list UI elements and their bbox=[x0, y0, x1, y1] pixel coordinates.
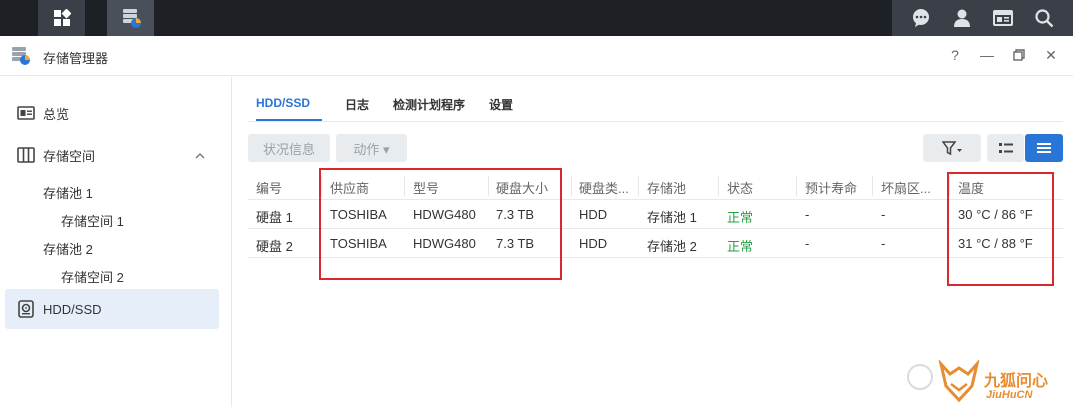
highlight-box-vendor-model-size bbox=[319, 168, 562, 280]
chat-icon[interactable] bbox=[910, 7, 932, 29]
disk-icon bbox=[18, 300, 34, 318]
tab-log[interactable]: 日志 bbox=[345, 96, 369, 113]
table-view-icon bbox=[1037, 143, 1051, 153]
sidebar-item-space-1[interactable]: 存储空间 1 bbox=[61, 211, 124, 230]
cell-status: 正常 bbox=[727, 210, 754, 225]
sidebar-item-label: 总览 bbox=[43, 106, 70, 122]
fox-logo-icon bbox=[938, 360, 980, 403]
cell-lifespan: - bbox=[805, 207, 810, 222]
sidebar-item-space-2[interactable]: 存储空间 2 bbox=[61, 267, 124, 286]
column-header-lifespan[interactable]: 预计寿命 bbox=[805, 178, 857, 197]
tab-hdd-ssd[interactable]: HDD/SSD bbox=[256, 96, 310, 110]
column-divider bbox=[796, 176, 797, 196]
storage-space-icon bbox=[17, 147, 35, 163]
help-button[interactable]: ? bbox=[946, 46, 964, 64]
restore-button[interactable] bbox=[1010, 46, 1028, 64]
column-header-id[interactable]: 编号 bbox=[256, 178, 282, 197]
column-divider bbox=[638, 176, 639, 196]
taskbar-tray bbox=[892, 0, 1073, 36]
cell-pool: 存储池 1 bbox=[647, 210, 697, 225]
filter-icon bbox=[942, 141, 962, 156]
cell-pool: 存储池 2 bbox=[647, 239, 697, 254]
sidebar-item-label: 存储空间 bbox=[43, 148, 96, 164]
watermark-subtext: JiuHuCN bbox=[986, 389, 1033, 401]
tab-settings[interactable]: 设置 bbox=[489, 96, 513, 113]
widgets-icon[interactable] bbox=[992, 7, 1014, 29]
column-divider bbox=[718, 176, 719, 196]
column-header-status[interactable]: 状态 bbox=[727, 178, 753, 197]
tab-test-schedule[interactable]: 检测计划程序 bbox=[393, 96, 465, 113]
cell-id: 硬盘 1 bbox=[256, 210, 293, 225]
user-icon[interactable] bbox=[951, 7, 973, 29]
column-header-bad-sectors[interactable]: 坏扇区... bbox=[881, 178, 931, 197]
column-divider bbox=[872, 176, 873, 196]
window-title: 存储管理器 bbox=[43, 51, 109, 66]
sidebar-item-pool-2[interactable]: 存储池 2 bbox=[43, 239, 93, 258]
storage-manager-taskbar-button[interactable] bbox=[107, 0, 154, 36]
cell-status: 正常 bbox=[727, 239, 754, 254]
storage-manager-icon bbox=[122, 9, 141, 28]
column-header-disk-type[interactable]: 硬盘类... bbox=[579, 178, 629, 197]
cell-bad-sectors: - bbox=[881, 207, 886, 222]
watermark-text: 九狐问心 bbox=[984, 373, 1049, 390]
window-titlebar: 存储管理器 ? — ✕ bbox=[0, 36, 1073, 76]
chevron-up-icon[interactable] bbox=[194, 150, 206, 162]
search-icon[interactable] bbox=[1033, 7, 1055, 29]
status-info-button[interactable]: 状况信息 bbox=[248, 134, 330, 162]
overview-icon bbox=[17, 106, 35, 120]
main-menu-button[interactable] bbox=[38, 0, 85, 36]
close-button[interactable]: ✕ bbox=[1042, 46, 1060, 64]
minimize-button[interactable]: — bbox=[978, 46, 996, 64]
table-view-button[interactable] bbox=[1025, 134, 1063, 162]
tab-bar bbox=[248, 94, 1063, 122]
card-view-button[interactable] bbox=[987, 134, 1024, 162]
watermark-glyph-icon bbox=[907, 364, 933, 390]
cell-disk-type: HDD bbox=[579, 236, 608, 251]
sidebar-item-label: HDD/SSD bbox=[43, 301, 102, 317]
taskbar bbox=[0, 0, 1073, 36]
column-header-pool[interactable]: 存储池 bbox=[647, 178, 686, 197]
cell-lifespan: - bbox=[805, 236, 810, 251]
app-logo-icon bbox=[12, 47, 30, 65]
sidebar-item-overview[interactable]: 总览 bbox=[5, 93, 219, 133]
restore-icon bbox=[1013, 49, 1025, 61]
filter-button[interactable] bbox=[923, 134, 981, 162]
column-divider bbox=[571, 176, 572, 196]
sidebar-item-pool-1[interactable]: 存储池 1 bbox=[43, 183, 93, 202]
highlight-box-temperature bbox=[947, 172, 1054, 286]
sidebar-item-storage-space[interactable]: 存储空间 bbox=[5, 135, 219, 175]
list-view-icon bbox=[998, 143, 1013, 153]
cell-id: 硬盘 2 bbox=[256, 239, 293, 254]
cell-bad-sectors: - bbox=[881, 236, 886, 251]
cell-disk-type: HDD bbox=[579, 207, 608, 222]
sidebar-item-hdd-ssd[interactable]: HDD/SSD bbox=[5, 289, 219, 329]
action-button[interactable]: 动作 ▾ bbox=[336, 134, 407, 162]
active-tab-indicator bbox=[256, 119, 322, 121]
grid-icon bbox=[53, 9, 71, 26]
